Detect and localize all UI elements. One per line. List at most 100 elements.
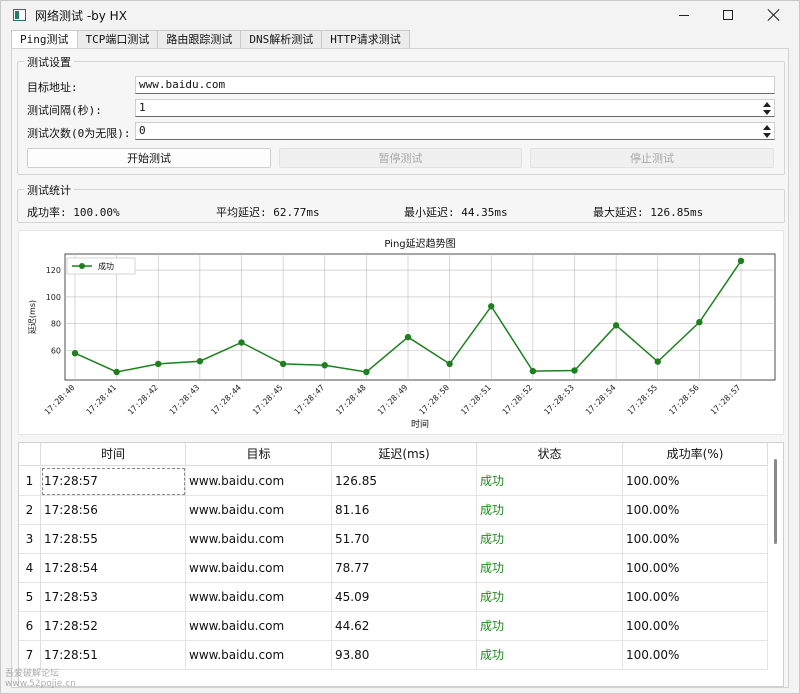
interval-label: 测试间隔(秒): [27,104,102,117]
tab-dns[interactable]: DNS解析测试 [240,30,323,48]
cell-success-rate[interactable]: 100.00% [623,496,768,525]
cell-latency[interactable]: 93.80 [332,641,477,670]
x-tick-label: 17:28:48 [334,383,368,417]
cell-target[interactable]: www.baidu.com [186,467,332,496]
latency-chart: Ping延迟趋势图 17:28:40 17:28:41 17:28:42 17:28:4… [18,230,784,435]
x-tick-label: 17:28:54 [584,383,618,417]
table-scrollbar[interactable] [774,459,777,544]
x-tick-label: 17:28:50 [417,383,451,417]
cell-latency[interactable]: 126.85 [332,467,477,496]
maximize-icon [723,10,733,20]
cell-status[interactable]: 成功 [477,612,623,641]
count-stepper[interactable] [762,124,772,139]
count-spinbox[interactable]: 0 [135,122,775,140]
data-point [196,358,204,365]
row-header[interactable]: 6 [19,612,41,641]
cell-latency[interactable]: 45.09 [332,583,477,612]
cell-target[interactable]: www.baidu.com [186,496,332,525]
interval-stepper[interactable] [762,101,772,116]
x-tick-label: 17:28:47 [293,383,327,417]
cell-time[interactable]: 17:28:55 [41,525,186,554]
column-header-success-rate[interactable]: 成功率(%) [623,443,768,466]
data-point [321,362,328,369]
row-header[interactable]: 7 [19,641,41,670]
title-bar[interactable]: 网络测试 -by HX [1,1,799,29]
tab-ping[interactable]: Ping测试 [11,30,78,49]
cell-success-rate[interactable]: 100.00% [623,641,768,670]
x-tick-label: 17:28:57 [709,383,743,417]
interval-value: 1 [139,101,146,114]
cell-status[interactable]: 成功 [477,641,623,670]
cell-target[interactable]: www.baidu.com [186,612,332,641]
x-tick-label: 17:28:52 [501,383,535,417]
watermark-line2: www.52pojie.cn [5,679,76,689]
cell-success-rate[interactable]: 100.00% [623,583,768,612]
cell-success-rate[interactable]: 100.00% [623,525,768,554]
row-header[interactable]: 5 [19,583,41,612]
tab-http[interactable]: HTTP请求测试 [321,30,410,48]
cell-status[interactable]: 成功 [477,583,623,612]
row-header[interactable]: 3 [19,525,41,554]
start-test-button[interactable]: 开始测试 [27,148,271,168]
cell-success-rate[interactable]: 100.00% [623,467,768,496]
data-point [529,367,537,375]
cell-time[interactable]: 17:28:53 [41,583,186,612]
cell-latency[interactable]: 44.62 [332,612,477,641]
cell-time[interactable]: 17:28:57 [41,467,186,496]
column-header-status[interactable]: 状态 [477,443,623,466]
minimize-button[interactable] [661,1,707,29]
cell-target[interactable]: www.baidu.com [186,583,332,612]
data-point [71,349,79,357]
data-point [113,368,120,376]
stop-test-button[interactable]: 停止测试 [530,148,774,168]
maximize-button[interactable] [705,1,751,29]
column-header-time[interactable]: 时间 [41,443,186,466]
cell-latency[interactable]: 51.70 [332,525,477,554]
cell-status[interactable]: 成功 [477,554,623,583]
count-value: 0 [139,124,146,137]
cell-target[interactable]: www.baidu.com [186,641,332,670]
settings-group-title: 测试设置 [24,54,74,70]
arrow-up-icon[interactable] [763,102,771,107]
plot-area [64,253,776,381]
cell-time[interactable]: 17:28:51 [41,641,186,670]
row-header[interactable]: 1 [19,467,41,496]
arrow-down-icon[interactable] [763,110,771,115]
results-table[interactable]: 时间 目标 延迟(ms) 状态 成功率(%) 1 17:28:57 www.baid… [18,442,784,687]
cell-success-rate[interactable]: 100.00% [623,612,768,641]
target-input[interactable]: www.baidu.com [135,76,775,94]
tab-tcp-port[interactable]: TCP端口测试 [76,30,159,48]
tab-traceroute[interactable]: 路由跟踪测试 [157,30,242,48]
y-tick-label: 120 [46,266,61,275]
watermark: 吾爱破解论坛 www.52pojie.cn [5,669,76,689]
cell-status[interactable]: 成功 [477,496,623,525]
row-header[interactable]: 4 [19,554,41,583]
column-header-latency[interactable]: 延迟(ms) [332,443,477,466]
x-tick-label: 17:28:43 [168,383,202,417]
cell-latency[interactable]: 78.77 [332,554,477,583]
x-tick-label: 17:28:41 [84,383,118,417]
close-button[interactable] [751,1,797,29]
app-window: 网络测试 -by HX Ping测试 TCP端口测试 路由跟踪测试 DNS解析测… [0,0,800,694]
cell-target[interactable]: www.baidu.com [186,525,332,554]
cell-status[interactable]: 成功 [477,525,623,554]
min-latency: 最小延迟: 44.35ms [404,206,508,219]
pause-test-button[interactable]: 暂停测试 [279,148,522,168]
cell-time[interactable]: 17:28:52 [41,612,186,641]
arrow-up-icon[interactable] [763,125,771,130]
cell-status[interactable]: 成功 [477,467,623,496]
interval-spinbox[interactable]: 1 [135,99,775,117]
column-header-target[interactable]: 目标 [186,443,332,466]
cell-time[interactable]: 17:28:54 [41,554,186,583]
corner-header[interactable] [19,443,41,466]
x-tick-label: 17:28:45 [251,383,285,417]
window-title: 网络测试 -by HX [35,9,127,23]
arrow-down-icon[interactable] [763,133,771,138]
row-header[interactable]: 2 [19,496,41,525]
cell-target[interactable]: www.baidu.com [186,554,332,583]
cell-time[interactable]: 17:28:56 [41,496,186,525]
cell-latency[interactable]: 81.16 [332,496,477,525]
x-tick-label: 17:28:56 [667,383,701,417]
data-point [155,360,162,368]
cell-success-rate[interactable]: 100.00% [623,554,768,583]
